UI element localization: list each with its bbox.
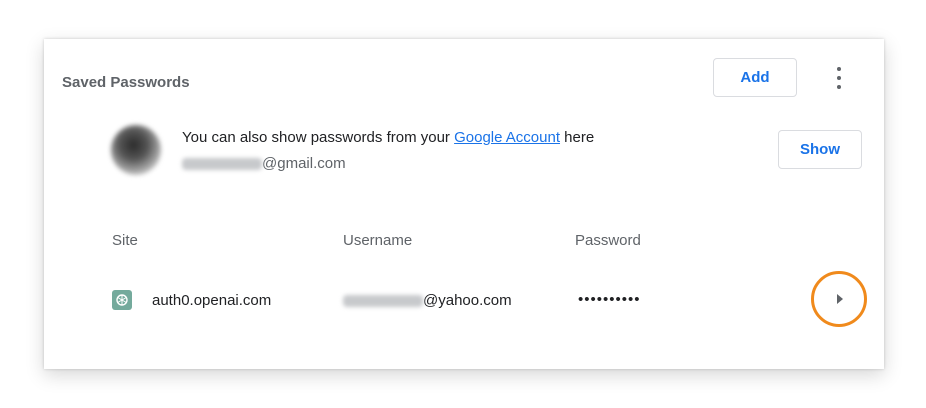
email-domain: @gmail.com bbox=[262, 155, 346, 172]
column-header-password: Password bbox=[575, 232, 641, 249]
section-title: Saved Passwords bbox=[62, 74, 190, 91]
google-account-link[interactable]: Google Account bbox=[454, 129, 560, 146]
redacted-email-username bbox=[182, 158, 262, 171]
account-message-prefix: You can also show passwords from your bbox=[182, 129, 455, 146]
arrow-right-icon bbox=[837, 294, 843, 304]
more-vert-icon[interactable] bbox=[832, 67, 846, 89]
password-masked: •••••••••• bbox=[578, 291, 641, 308]
avatar bbox=[111, 125, 161, 175]
username-domain: @yahoo.com bbox=[423, 292, 512, 309]
show-passwords-button[interactable]: Show bbox=[778, 130, 862, 169]
username-cell: @yahoo.com bbox=[343, 292, 512, 309]
expand-row-button[interactable] bbox=[811, 271, 867, 327]
site-name[interactable]: auth0.openai.com bbox=[152, 292, 271, 309]
openai-icon bbox=[112, 290, 132, 310]
redacted-username bbox=[343, 295, 423, 308]
saved-passwords-card: Saved Passwords Add You can also show pa… bbox=[44, 39, 884, 369]
column-header-site: Site bbox=[112, 232, 138, 249]
account-message: You can also show passwords from your Go… bbox=[182, 129, 594, 146]
account-message-suffix: here bbox=[560, 129, 595, 146]
add-password-button[interactable]: Add bbox=[713, 58, 797, 97]
account-email: @gmail.com bbox=[182, 155, 346, 172]
column-header-username: Username bbox=[343, 232, 413, 249]
